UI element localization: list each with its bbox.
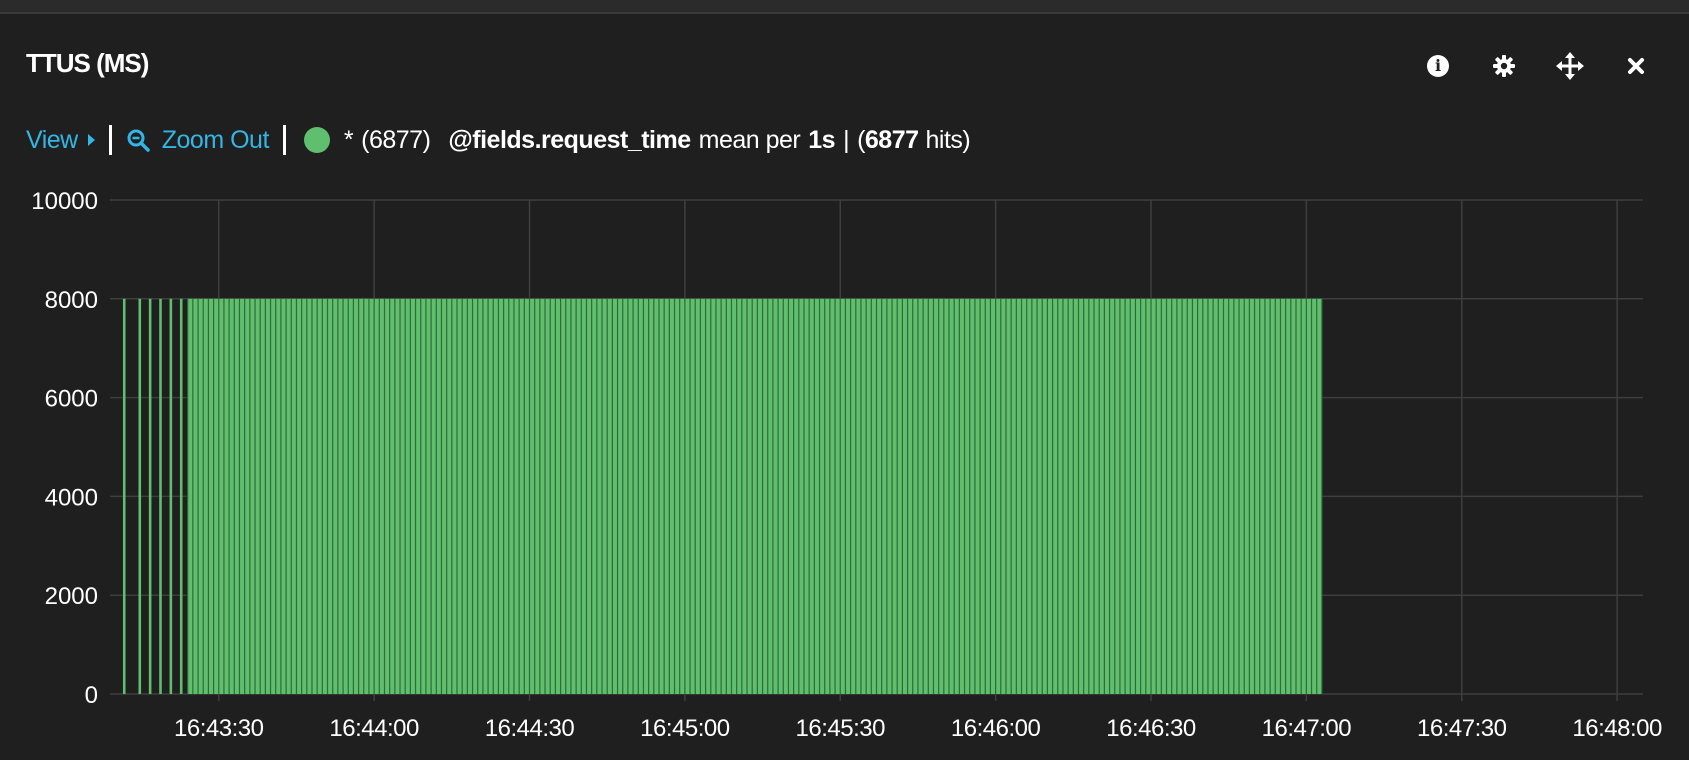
legend-row: View Zoom Out * (6877) @fields.request_t…: [26, 120, 971, 160]
histogram-bar: [169, 298, 173, 694]
x-tick-label: 16:45:30: [796, 715, 886, 742]
legend-hits-count: 6877: [864, 125, 919, 154]
legend-hits-open: (: [857, 125, 865, 154]
y-tick-label: 2000: [45, 583, 98, 610]
move-icon[interactable]: [1537, 48, 1603, 84]
legend-interval: 1s: [808, 125, 836, 154]
view-label: View: [26, 125, 78, 154]
caret-right-icon: [87, 134, 95, 146]
x-tick-label: 16:43:30: [174, 715, 264, 742]
x-tick-label: 16:46:30: [1106, 715, 1196, 742]
panel-icon-bar: i: [1405, 48, 1669, 84]
toolbar-divider: [282, 125, 286, 155]
x-tick-label: 16:44:30: [485, 715, 575, 742]
x-tick-label: 16:47:00: [1262, 715, 1352, 742]
close-icon[interactable]: [1603, 48, 1669, 84]
legend-hits-suffix: hits): [925, 125, 971, 154]
histogram-bar: [179, 298, 183, 694]
legend-separator: |: [843, 125, 850, 154]
zoom-out-label: Zoom Out: [161, 125, 270, 154]
zoom-out-button[interactable]: Zoom Out: [126, 126, 269, 155]
x-tick-label: 16:48:00: [1572, 715, 1662, 742]
legend-mode: mean per: [698, 125, 801, 154]
y-tick-label: 6000: [45, 386, 98, 413]
histogram-bar: [159, 298, 162, 694]
histogram-bar: [148, 298, 152, 694]
y-tick-label: 10000: [31, 188, 98, 215]
chart-panel: TTUS (MS) i View Zoom Out * (6877) @fiel…: [0, 12, 1689, 760]
x-tick-label: 16:46:00: [951, 715, 1041, 742]
legend-query: *: [343, 125, 354, 154]
x-tick-label: 16:45:00: [640, 715, 730, 742]
histogram-chart[interactable]: 0 2000 4000 6000 8000 10000 16:43:30 16:44:00 16…: [0, 174, 1689, 754]
histogram-bar: [138, 298, 142, 694]
panel-title: TTUS (MS): [26, 48, 149, 78]
info-icon[interactable]: i: [1405, 48, 1471, 84]
y-tick-label: 0: [85, 682, 98, 709]
zoom-out-icon: [127, 129, 150, 152]
legend-query-count: (6877): [361, 125, 431, 154]
y-tick-label: 4000: [45, 484, 98, 511]
histogram-bar-run: [187, 298, 1322, 694]
y-tick-label: 8000: [45, 287, 98, 314]
legend-field: @fields.request_time: [448, 125, 691, 154]
x-tick-label: 16:44:00: [329, 715, 419, 742]
series-color-swatch[interactable]: [303, 127, 330, 153]
x-tick-label: 16:47:30: [1417, 715, 1507, 742]
gear-icon[interactable]: [1471, 48, 1537, 84]
toolbar-divider: [108, 125, 112, 155]
view-menu-button[interactable]: View: [26, 126, 95, 155]
histogram-bar: [122, 298, 126, 694]
